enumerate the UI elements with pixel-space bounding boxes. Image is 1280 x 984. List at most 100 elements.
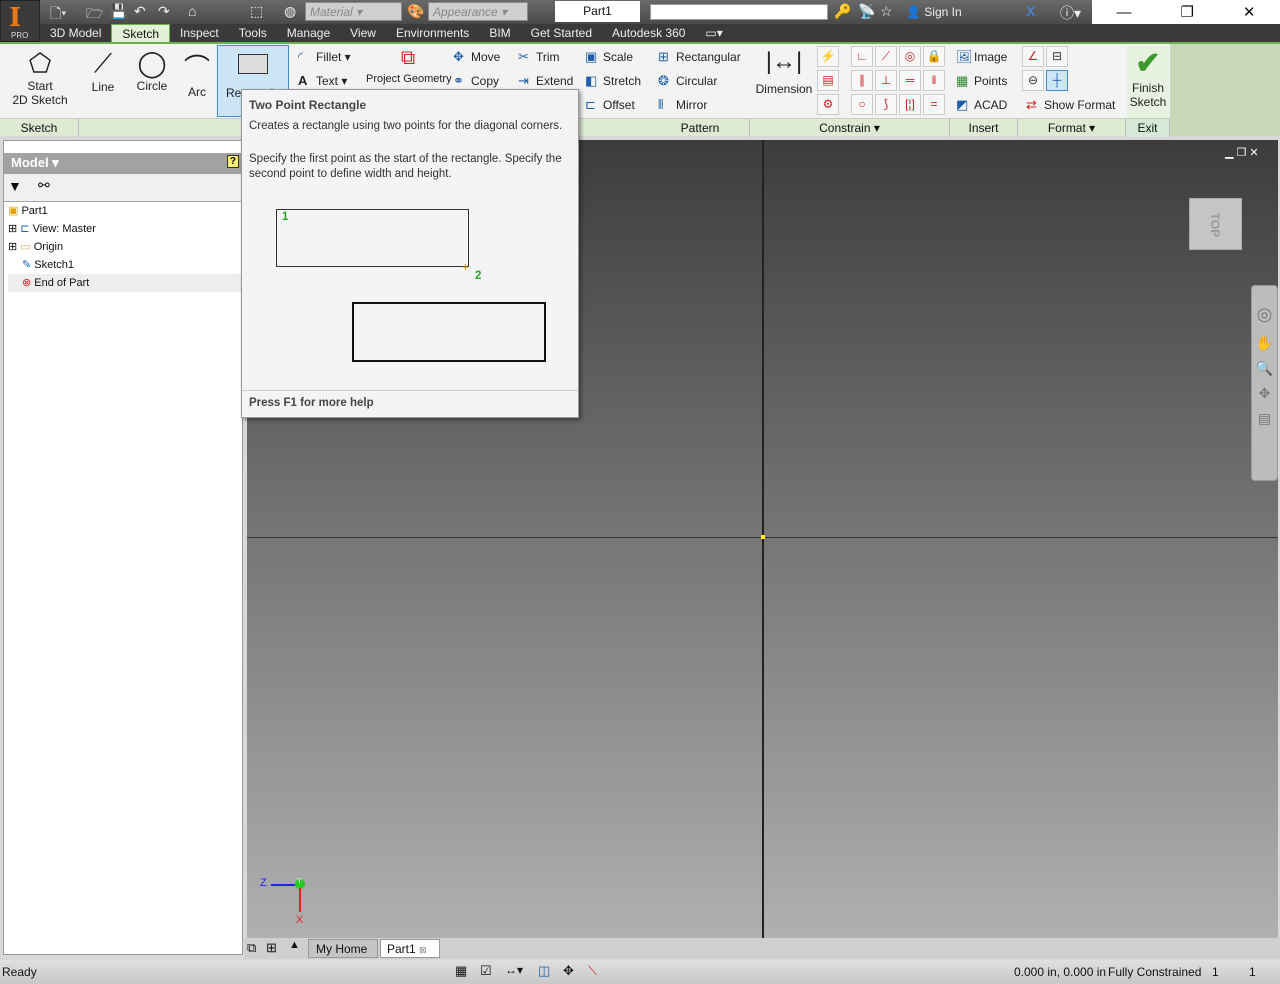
restore-button[interactable]: ❐ xyxy=(1180,3,1193,21)
panel-label-constrain[interactable]: Constrain ▾ xyxy=(750,119,950,137)
minimize-button[interactable]: — xyxy=(1116,4,1131,21)
origin-point[interactable] xyxy=(761,535,765,539)
panel-label-format[interactable]: Format ▾ xyxy=(1018,119,1126,137)
centerline-icon[interactable]: ┼ xyxy=(1046,70,1068,91)
tab-3d-model[interactable]: 3D Model xyxy=(40,24,111,42)
smooth-icon[interactable]: ⟆ xyxy=(875,94,897,115)
line-button[interactable]: ⟋ Line xyxy=(86,48,120,94)
grid-snap-icon[interactable]: ▦ xyxy=(455,963,467,979)
stretch-button[interactable]: ◧ Stretch xyxy=(585,73,641,89)
start-2d-sketch-button[interactable]: ⬠ Start 2D Sketch xyxy=(8,48,72,107)
binoculars-icon[interactable]: ⚯ xyxy=(38,177,50,194)
relax-mode-icon[interactable]: ⟍ xyxy=(588,963,597,979)
viewport-window-controls[interactable]: ▁ ❐ ✕ xyxy=(1225,146,1259,159)
copy-button[interactable]: ⚭ Copy xyxy=(453,73,499,89)
symmetric-icon[interactable]: [¦] xyxy=(899,94,921,115)
circular-pattern-button[interactable]: ❂ Circular xyxy=(658,73,717,89)
project-geometry-button[interactable]: ⧉ Project Geometry xyxy=(366,47,452,86)
browser-help-icon[interactable]: ? xyxy=(226,155,239,168)
constraint-settings-icon[interactable]: ⚙ xyxy=(817,94,839,115)
key-icon[interactable]: 🔑 xyxy=(834,3,851,20)
browser-header[interactable]: Model ▾? xyxy=(4,153,242,174)
extend-button[interactable]: ⇥ Extend xyxy=(518,73,573,89)
tree-item-part1[interactable]: ▣ Part1 xyxy=(8,202,242,220)
concentric-icon[interactable]: ◎ xyxy=(899,46,921,67)
close-button[interactable]: ✕ xyxy=(1243,3,1256,21)
tree-item-end-of-part[interactable]: ⊗ End of Part xyxy=(8,274,242,292)
collinear-icon[interactable]: ⟋ xyxy=(875,46,897,67)
tab-part1[interactable]: Part1 ⊠ xyxy=(380,939,440,958)
undo-icon[interactable]: ↶ xyxy=(134,3,146,20)
tab-autodesk-360[interactable]: Autodesk 360 xyxy=(602,24,695,42)
perpendicular-icon[interactable]: ⊥ xyxy=(875,70,897,91)
auto-dimension-icon[interactable]: ⚡ xyxy=(817,46,839,67)
points-button[interactable]: ▦ Points xyxy=(956,73,1007,89)
tab-bim[interactable]: BIM xyxy=(479,24,520,42)
tree-item-view-master[interactable]: ⊞ ⊏ View: Master xyxy=(8,220,242,238)
show-constraints-icon[interactable]: ▤ xyxy=(817,70,839,91)
satellite-icon[interactable]: 📡 xyxy=(858,3,875,20)
filter-icon[interactable]: ▼ xyxy=(8,178,22,194)
pan-icon[interactable]: ✋ xyxy=(1252,335,1277,352)
trim-button[interactable]: ✂ Trim xyxy=(518,49,560,65)
open-documents-menu-icon[interactable]: ▲ xyxy=(289,939,300,951)
acad-button[interactable]: ◩ ACAD xyxy=(956,97,1007,113)
show-dof-icon[interactable]: ✥ xyxy=(563,963,574,979)
app-menu-button[interactable]: I PRO xyxy=(0,0,40,42)
orbit-icon[interactable]: ✥ xyxy=(1252,385,1277,402)
steering-wheel-icon[interactable]: ◎ xyxy=(1252,304,1277,325)
tab-get-started[interactable]: Get Started xyxy=(521,24,602,42)
help-icon[interactable]: ⓘ▾ xyxy=(1060,3,1081,23)
slice-graphics-icon[interactable]: ◫ xyxy=(538,963,550,979)
tangent-icon[interactable]: ○ xyxy=(851,94,873,115)
text-button[interactable]: A Text ▾ xyxy=(298,73,347,88)
image-button[interactable]: 🖼Image xyxy=(956,49,1007,65)
appearance-dropdown[interactable]: Appearance ▾ xyxy=(428,2,528,21)
select-icon[interactable]: ⬚ xyxy=(250,3,263,20)
center-point-icon[interactable]: ⊖ xyxy=(1022,70,1044,91)
horizontal-icon[interactable]: ═ xyxy=(899,70,921,91)
vertical-icon[interactable]: ‖ xyxy=(923,70,945,91)
tab-close-icon[interactable]: ⊠ xyxy=(419,945,427,955)
tab-manage[interactable]: Manage xyxy=(277,24,340,42)
equal-icon[interactable]: = xyxy=(923,94,945,115)
star-icon[interactable]: ☆ xyxy=(880,3,893,20)
fix-icon[interactable]: 🔒 xyxy=(923,46,945,67)
home-icon[interactable]: ⌂ xyxy=(188,3,196,19)
zoom-icon[interactable]: 🔍 xyxy=(1252,360,1277,377)
tree-item-origin[interactable]: ⊞ ▭ Origin xyxy=(8,238,242,256)
coincident-icon[interactable]: ∟ xyxy=(851,46,873,67)
tab-tools[interactable]: Tools xyxy=(229,24,277,42)
scale-button[interactable]: ▣ Scale xyxy=(585,49,633,65)
viewcube[interactable]: TOP xyxy=(1189,198,1242,250)
look-at-icon[interactable]: ▤ xyxy=(1252,410,1277,427)
move-button[interactable]: ✥ Move xyxy=(453,49,500,65)
tree-item-sketch1[interactable]: ✎ Sketch1 xyxy=(8,256,242,274)
finish-sketch-button[interactable]: ✔ Finish Sketch xyxy=(1127,46,1169,118)
ribbon-display-options-icon[interactable]: ▭▾ xyxy=(695,24,732,42)
expand-icon[interactable]: ⊞ xyxy=(8,241,17,253)
tab-environments[interactable]: Environments xyxy=(386,24,479,42)
tab-sketch[interactable]: Sketch xyxy=(111,24,171,42)
fillet-button[interactable]: ◜ Fillet ▾ xyxy=(298,49,351,65)
rectangular-pattern-button[interactable]: ⊞ Rectangular xyxy=(658,49,741,65)
tab-my-home[interactable]: My Home xyxy=(308,939,378,958)
dimension-display-icon[interactable]: ↔▾ xyxy=(505,963,523,977)
sign-in-button[interactable]: 👤 Sign In xyxy=(906,5,962,19)
cascade-windows-icon[interactable]: ⧉ xyxy=(247,940,256,956)
redo-icon[interactable]: ↷ xyxy=(158,3,170,20)
material-dropdown[interactable]: Material ▾ xyxy=(305,2,402,21)
tile-windows-icon[interactable]: ⊞ xyxy=(266,940,277,956)
driven-dimension-icon[interactable]: ⊟ xyxy=(1046,46,1068,67)
expand-icon[interactable]: ⊞ xyxy=(8,223,17,235)
parallel-icon[interactable]: ∥ xyxy=(851,70,873,91)
mirror-button[interactable]: ⫴ Mirror xyxy=(658,97,707,113)
help-search-input[interactable] xyxy=(650,4,828,20)
tab-view[interactable]: View xyxy=(340,24,386,42)
construction-icon[interactable]: ∠ xyxy=(1022,46,1044,67)
constraint-inference-icon[interactable]: ☑ xyxy=(480,963,492,979)
dimension-button[interactable]: |↔| Dimension xyxy=(754,48,814,96)
exchange-icon[interactable]: X xyxy=(1026,3,1035,19)
tab-inspect[interactable]: Inspect xyxy=(170,24,229,42)
arc-button[interactable]: ⌒ Arc xyxy=(180,48,214,99)
